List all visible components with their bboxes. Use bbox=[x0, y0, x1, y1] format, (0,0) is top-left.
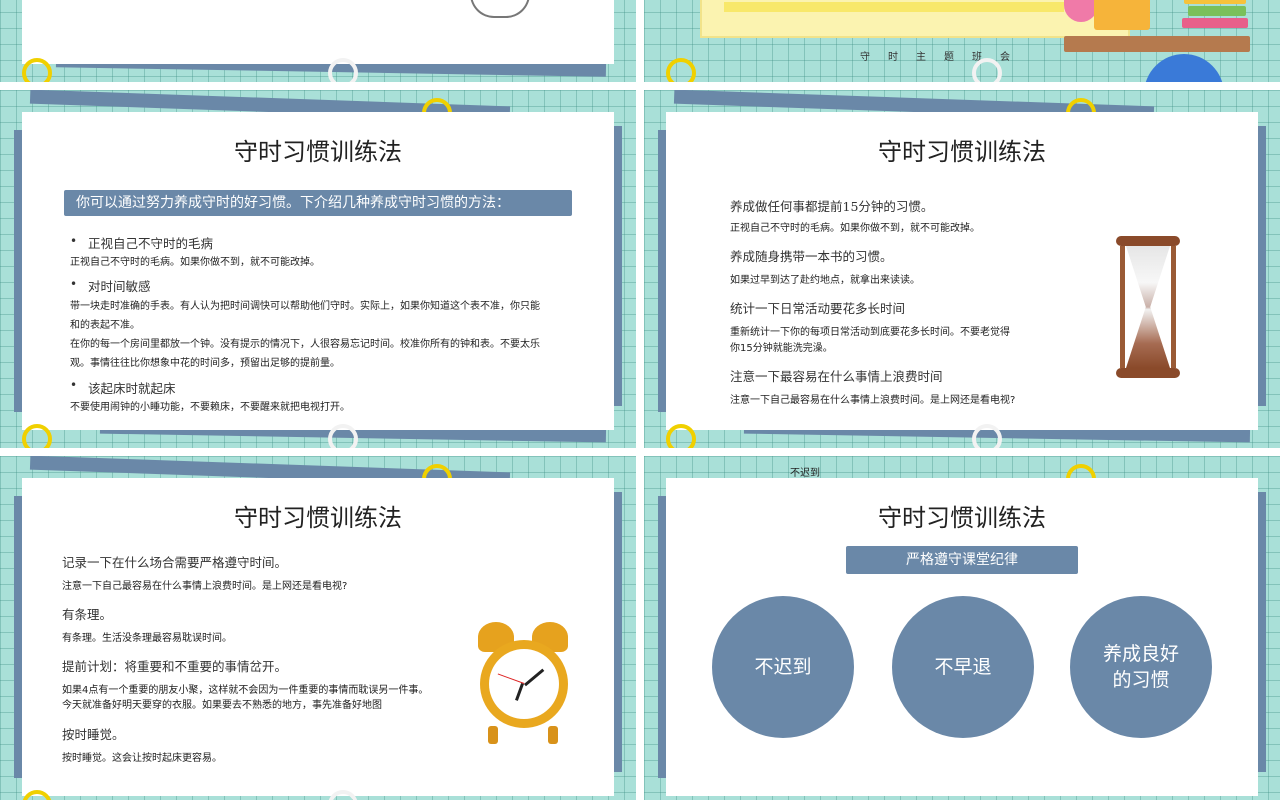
slide-thumbnail-1[interactable] bbox=[0, 0, 636, 82]
item-text: 如果过早到达了赴约地点，就拿出来读读。 bbox=[730, 275, 920, 286]
item-text: 注意一下自己最容易在什么事情上浪费时间。是上网还是看电视? bbox=[730, 395, 1016, 406]
book-stack-icon bbox=[1182, 18, 1248, 28]
item-heading: 该起床时就起床 bbox=[88, 381, 176, 396]
item-heading: 养成做任何事都提前15分钟的习惯。 bbox=[730, 199, 934, 214]
subtitle-banner: 严格遵守课堂纪律 bbox=[846, 546, 1078, 574]
book-illustration-icon bbox=[1094, 0, 1150, 30]
ring-decoration-icon bbox=[972, 58, 1002, 82]
slide-title: 守时习惯训练法 bbox=[234, 138, 402, 166]
circle-item: 养成良好 的习惯 bbox=[1070, 596, 1212, 738]
item-text: 观。事情往往比你想象中花的时间多，预留出足够的提前量。 bbox=[70, 358, 340, 369]
item-text: 正视自己不守时的毛病。如果你做不到，就不可能改掉。 bbox=[730, 223, 980, 234]
ring-decoration-icon bbox=[666, 424, 696, 448]
item-heading: 正视自己不守时的毛病 bbox=[88, 236, 214, 251]
decor-bar bbox=[614, 126, 622, 406]
top-note: 不迟到 bbox=[790, 468, 820, 479]
slide-card bbox=[22, 0, 614, 64]
book-stack-icon bbox=[1188, 6, 1246, 16]
paper-highlight bbox=[724, 2, 1064, 12]
slide-card: 守时习惯训练法 记录一下在什么场合需要严格遵守时间。 注意一下自己最容易在什么事… bbox=[22, 478, 614, 796]
intro-banner: 你可以通过努力养成守时的好习惯。下介绍几种养成守时习惯的方法： bbox=[64, 190, 572, 216]
ring-decoration-icon bbox=[972, 424, 1002, 448]
alarm-clock-icon bbox=[478, 622, 574, 754]
item-heading: 按时睡觉。 bbox=[62, 727, 125, 742]
decor-bar bbox=[1258, 492, 1266, 772]
item-text: 在你的每一个房间里都放一个钟。没有提示的情况下，人很容易忘记时间。校准你所有的钟… bbox=[70, 339, 540, 350]
mini-title: 守时主题班会 bbox=[860, 52, 1028, 63]
item-text: 注意一下自己最容易在什么事情上浪费时间。是上网还是看电视? bbox=[62, 581, 348, 592]
bullet-dot-icon: • bbox=[70, 277, 78, 291]
slide-card: 守时习惯训练法 养成做任何事都提前15分钟的习惯。 正视自己不守时的毛病。如果你… bbox=[666, 112, 1258, 430]
item-heading: 注意一下最容易在什么事情上浪费时间 bbox=[730, 369, 943, 384]
item-text: 按时睡觉。这会让按时起床更容易。 bbox=[62, 753, 222, 764]
item-heading: 统计一下日常活动要花多长时间 bbox=[730, 301, 906, 316]
ring-decoration-icon bbox=[22, 424, 52, 448]
item-text: 今天就准备好明天要穿的衣服。如果要去不熟悉的地方，事先准备好地图 bbox=[62, 700, 382, 711]
slide-title: 守时习惯训练法 bbox=[234, 504, 402, 532]
ring-decoration-icon bbox=[666, 58, 696, 82]
slide-thumbnail-3[interactable]: 守时习惯训练法 你可以通过努力养成守时的好习惯。下介绍几种养成守时习惯的方法： … bbox=[0, 90, 636, 448]
bullet-dot-icon: • bbox=[70, 378, 78, 392]
ring-decoration-icon bbox=[328, 424, 358, 448]
item-text: 重新统计一下你的每项日常活动到底要花多长时间。不要老觉得 bbox=[730, 327, 1010, 338]
item-text: 和的表起不准。 bbox=[70, 320, 140, 331]
slide-thumbnail-6[interactable]: 不迟到 守时习惯训练法 严格遵守课堂纪律 不迟到 不早退 养成良好 的习惯 bbox=[644, 456, 1280, 800]
slide-thumbnail-2[interactable]: 守时主题班会 bbox=[644, 0, 1280, 82]
circle-item: 不迟到 bbox=[712, 596, 854, 738]
item-text: 正视自己不守时的毛病。如果你做不到，就不可能改掉。 bbox=[70, 257, 320, 268]
hourglass-icon bbox=[1116, 236, 1180, 378]
item-heading: 记录一下在什么场合需要严格遵守时间。 bbox=[62, 555, 288, 570]
slide-title: 守时习惯训练法 bbox=[878, 504, 1046, 532]
ring-decoration-icon bbox=[328, 58, 358, 82]
item-text: 有条理。生活没条理最容易耽误时间。 bbox=[62, 633, 232, 644]
item-heading: 对时间敏感 bbox=[88, 279, 151, 294]
slide-thumbnail-4[interactable]: 守时习惯训练法 养成做任何事都提前15分钟的习惯。 正视自己不守时的毛病。如果你… bbox=[644, 90, 1280, 448]
slide-title: 守时习惯训练法 bbox=[878, 138, 1046, 166]
item-heading: 有条理。 bbox=[62, 607, 113, 622]
slide-card: 守时习惯训练法 严格遵守课堂纪律 不迟到 不早退 养成良好 的习惯 bbox=[666, 478, 1258, 796]
decor-bar bbox=[614, 492, 622, 772]
book-stack-icon bbox=[1184, 0, 1246, 4]
item-heading: 提前计划：将重要和不重要的事情岔开。 bbox=[62, 659, 288, 674]
item-text: 带一块走时准确的手表。有人认为把时间调快可以帮助他们守时。实际上，如果你知道这个… bbox=[70, 301, 540, 312]
item-text: 你15分钟就能洗完澡。 bbox=[730, 343, 833, 354]
item-heading: 养成随身携带一本书的习惯。 bbox=[730, 249, 893, 264]
bullet-dot-icon: • bbox=[70, 234, 78, 248]
item-text: 不要使用闹钟的小睡功能，不要赖床，不要醒来就把电视打开。 bbox=[70, 402, 350, 413]
slide-thumbnail-5[interactable]: 守时习惯训练法 记录一下在什么场合需要严格遵守时间。 注意一下自己最容易在什么事… bbox=[0, 456, 636, 800]
circle-item: 不早退 bbox=[892, 596, 1034, 738]
ring-decoration-icon bbox=[22, 58, 52, 82]
decor-bar bbox=[1258, 126, 1266, 406]
slide-card: 守时习惯训练法 你可以通过努力养成守时的好习惯。下介绍几种养成守时习惯的方法： … bbox=[22, 112, 614, 430]
